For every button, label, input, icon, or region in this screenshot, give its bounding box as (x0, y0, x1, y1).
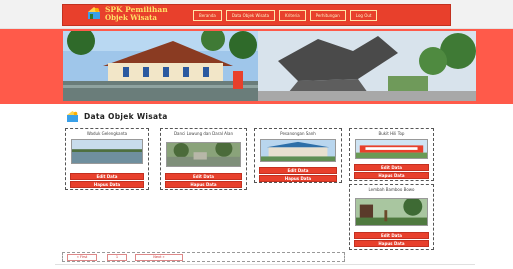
edit-data-button[interactable]: Edit Data (259, 167, 337, 174)
pager-page-1[interactable]: 1 (107, 254, 127, 261)
main-nav: Beranda Data Objek Wisata Kriteria Perhi… (193, 10, 378, 22)
hapus-data-button[interactable]: Hapus Data (259, 175, 337, 182)
edit-data-button[interactable]: Edit Data (165, 173, 242, 180)
objek-card: Bukit Hili Top Edit Data Hapus Data (349, 128, 434, 181)
section-title: Data Objek Wisata (84, 112, 168, 121)
section-header: Data Objek Wisata (66, 110, 168, 123)
objek-name: Bukit Hili Top (378, 131, 405, 136)
nav-data-objek-wisata[interactable]: Data Objek Wisata (225, 10, 276, 21)
app-title-line2: Objek Wisata (105, 13, 157, 22)
objek-name: Lembah Bamboo Bowo (368, 187, 415, 192)
objek-photo (260, 139, 336, 162)
objek-photo (355, 139, 428, 159)
banner-photo-monument (258, 31, 476, 101)
objek-name: Waduk Gelengkanta (86, 131, 128, 136)
objek-photo (166, 142, 241, 167)
travel-icon (67, 111, 78, 122)
hapus-data-button[interactable]: Hapus Data (70, 181, 144, 188)
pager-first[interactable]: « First (67, 254, 97, 261)
objek-card: Danci Lowung dan Daral Alan Edit Data Ha… (160, 128, 247, 190)
header-bar: SPK Pemilihan Objek Wisata Beranda Data … (62, 4, 451, 26)
app-title: SPK Pemilihan Objek Wisata (105, 6, 168, 22)
footer-divider (55, 264, 475, 265)
app-header: SPK Pemilihan Objek Wisata Beranda Data … (0, 0, 513, 29)
travel-logo-icon (88, 7, 100, 19)
objek-photo (355, 198, 428, 226)
objek-name: Pesanongan Sanh (280, 131, 316, 136)
objek-photo (71, 139, 143, 164)
hapus-data-button[interactable]: Hapus Data (165, 181, 242, 188)
nav-beranda[interactable]: Beranda (193, 10, 222, 21)
banner-photo-pool (63, 31, 258, 101)
objek-card: Lembah Bamboo Bowo Edit Data Hapus Data (349, 184, 434, 250)
hapus-data-button[interactable]: Hapus Data (354, 240, 429, 247)
nav-kriteria[interactable]: Kriteria (279, 10, 306, 21)
hero-banner (0, 29, 513, 104)
edit-data-button[interactable]: Edit Data (354, 164, 429, 171)
nav-logout[interactable]: Log Out (349, 10, 378, 21)
hapus-data-button[interactable]: Hapus Data (354, 172, 429, 179)
pagination: « First 1 Next » (62, 252, 345, 262)
edit-data-button[interactable]: Edit Data (354, 232, 429, 239)
nav-perhitungan[interactable]: Perhitungan (309, 10, 346, 21)
objek-name: Danci Lowung dan Daral Alan (173, 131, 234, 136)
pager-next[interactable]: Next » (135, 254, 183, 261)
objek-card: Waduk Gelengkanta Edit Data Hapus Data (65, 128, 149, 190)
objek-card: Pesanongan Sanh Edit Data Hapus Data (254, 128, 342, 183)
edit-data-button[interactable]: Edit Data (70, 173, 144, 180)
